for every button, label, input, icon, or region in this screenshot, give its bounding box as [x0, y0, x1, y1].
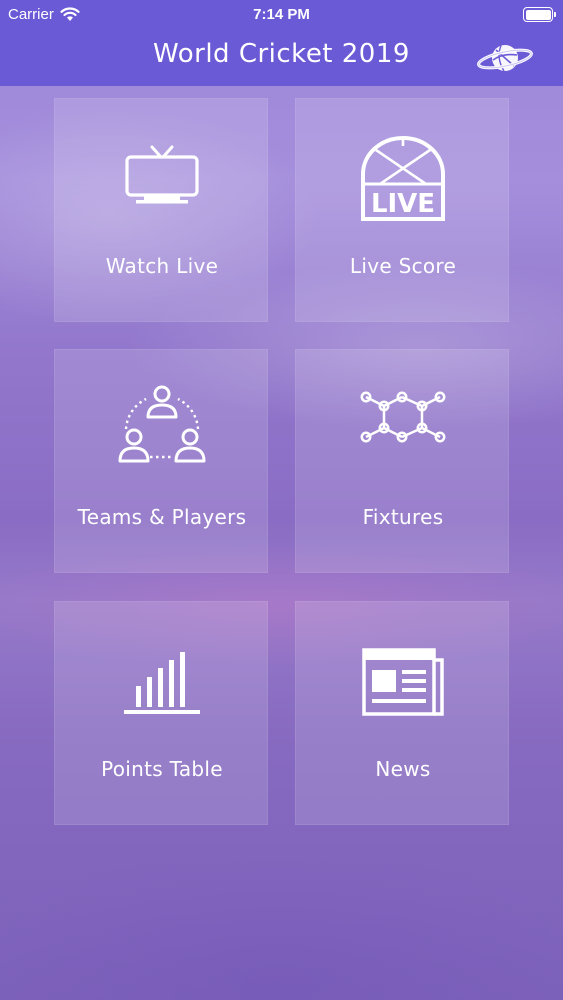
watch-live-tile[interactable]: Watch Live	[54, 98, 268, 322]
live-score-tile[interactable]: LIVE Live Score	[295, 98, 509, 322]
status-time: 7:14 PM	[253, 6, 310, 23]
team-icon	[55, 350, 269, 480]
teams-players-tile[interactable]: Teams & Players	[54, 349, 268, 573]
live-score-icon: LIVE	[296, 99, 510, 229]
tile-label: Points Table	[101, 757, 223, 781]
status-bar: Carrier 7:14 PM	[0, 0, 563, 30]
battery-icon	[523, 7, 556, 22]
newspaper-icon	[296, 602, 510, 732]
tile-label: Teams & Players	[77, 505, 247, 529]
tv-icon	[55, 99, 269, 229]
fixtures-icon	[296, 350, 510, 480]
tile-label: Fixtures	[362, 505, 444, 529]
bar-chart-icon	[55, 602, 269, 732]
fixtures-tile[interactable]: Fixtures	[295, 349, 509, 573]
tile-label: Watch Live	[105, 254, 219, 278]
live-text: LIVE	[371, 189, 435, 219]
globe-icon[interactable]	[474, 36, 536, 80]
points-table-tile[interactable]: Points Table	[54, 601, 268, 825]
navigation-bar: World Cricket 2019	[0, 30, 563, 86]
news-tile[interactable]: News	[295, 601, 509, 825]
tile-label: News	[375, 757, 431, 781]
tile-label: Live Score	[349, 254, 457, 278]
